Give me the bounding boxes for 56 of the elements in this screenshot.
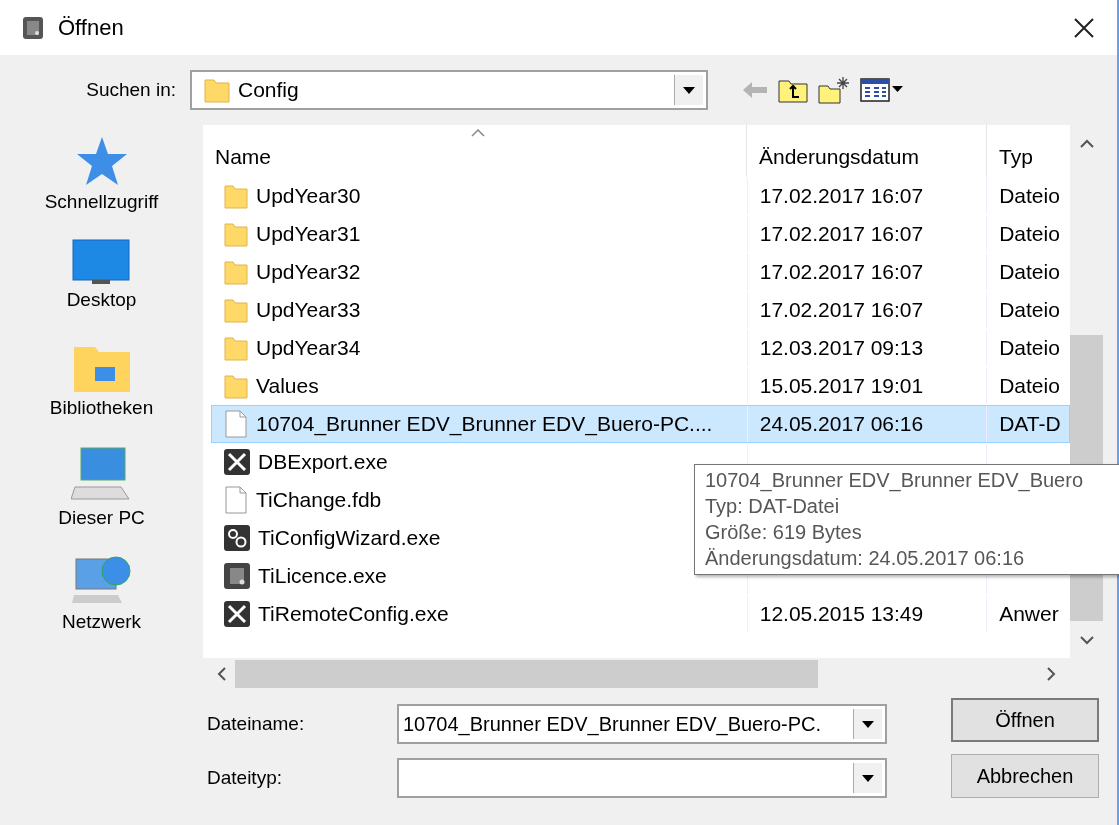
file-type: Anwer xyxy=(999,602,1059,626)
column-header[interactable]: Änderungsdatum xyxy=(747,125,987,177)
tooltip-line: Typ: DAT-Datei xyxy=(705,495,841,518)
modified-date: 17.02.2017 16:07 xyxy=(759,260,924,284)
modified-date: 12.03.2017 09:13 xyxy=(759,336,924,360)
window-title: Öffnen xyxy=(58,14,125,41)
modified-date: 15.05.2017 19:01 xyxy=(759,374,924,398)
file-name-field[interactable]: 10704_Brunner EDV_Brunner EDV_Buero-PC. xyxy=(397,704,887,744)
modified-date: 17.02.2017 16:07 xyxy=(759,298,924,322)
cancel-button[interactable]: Abbrechen xyxy=(951,754,1099,798)
file-type: Dateio xyxy=(999,222,1060,246)
file-row[interactable]: UpdYear33 17.02.2017 16:07 Dateio xyxy=(211,291,1070,329)
file-name-label: Dateiname: xyxy=(206,713,306,735)
file-name: UpdYear30 xyxy=(256,184,361,208)
tooltip-line: 10704_Brunner EDV_Brunner EDV_Buero xyxy=(705,469,1085,492)
column-header[interactable]: Name xyxy=(203,125,747,177)
modified-date: 17.02.2017 16:07 xyxy=(759,222,924,246)
file-row[interactable]: UpdYear31 17.02.2017 16:07 Dateio xyxy=(211,215,1070,253)
place-item[interactable]: Bibliotheken xyxy=(49,343,154,447)
file-name: TiConfigWizard.exe xyxy=(258,526,441,550)
place-item[interactable]: Netzwerk xyxy=(61,551,142,655)
file-row[interactable]: 10704_Brunner EDV_Brunner EDV_Buero-PC.... 24.05.2017 06:16 DAT-D xyxy=(211,405,1070,443)
open-button[interactable]: Öffnen xyxy=(951,698,1099,742)
look-in-label: Suchen in: xyxy=(85,79,177,101)
tooltip-line: Größe: 619 Bytes xyxy=(705,521,863,544)
file-type: DAT-D xyxy=(999,412,1061,436)
file-type: Dateio xyxy=(999,184,1060,208)
modified-date: 12.05.2015 13:49 xyxy=(759,602,924,626)
file-name: UpdYear32 xyxy=(256,260,361,284)
file-name: UpdYear34 xyxy=(256,336,361,360)
file-row[interactable]: UpdYear34 12.03.2017 09:13 Dateio xyxy=(211,329,1070,367)
file-type: Dateio xyxy=(999,298,1060,322)
file-name: UpdYear33 xyxy=(256,298,361,322)
file-type: Dateio xyxy=(999,336,1060,360)
place-item[interactable]: Desktop xyxy=(66,239,137,343)
place-item[interactable]: Dieser PC xyxy=(58,447,145,551)
place-item[interactable]: Schnellzugriff xyxy=(44,135,159,239)
modified-date: 24.05.2017 06:16 xyxy=(759,412,924,436)
file-type-label: Dateityp: xyxy=(206,767,283,789)
look-in-dropdown[interactable]: Config xyxy=(190,70,708,110)
file-row[interactable]: TiRemoteConfig.exe 12.05.2015 13:49 Anwer xyxy=(211,595,1070,633)
file-name: UpdYear31 xyxy=(256,222,361,246)
file-row[interactable]: UpdYear32 17.02.2017 16:07 Dateio xyxy=(211,253,1070,291)
file-type: Dateio xyxy=(999,374,1060,398)
file-row[interactable]: UpdYear30 17.02.2017 16:07 Dateio xyxy=(211,177,1070,215)
file-type: Dateio xyxy=(999,260,1060,284)
file-name: 10704_Brunner EDV_Brunner EDV_Buero-PC.... xyxy=(256,412,713,436)
file-row[interactable]: Values 15.05.2017 19:01 Dateio xyxy=(211,367,1070,405)
column-header[interactable]: Typ xyxy=(987,125,1070,177)
file-name: Values xyxy=(256,374,319,398)
file-name: DBExport.exe xyxy=(258,450,388,474)
modified-date: 17.02.2017 16:07 xyxy=(759,184,924,208)
file-name: TiLicence.exe xyxy=(258,564,387,588)
tooltip-line: Änderungsdatum: 24.05.2017 06:16 xyxy=(705,547,1026,570)
file-name: TiRemoteConfig.exe xyxy=(258,602,449,626)
file-name: TiChange.fdb xyxy=(256,488,382,512)
